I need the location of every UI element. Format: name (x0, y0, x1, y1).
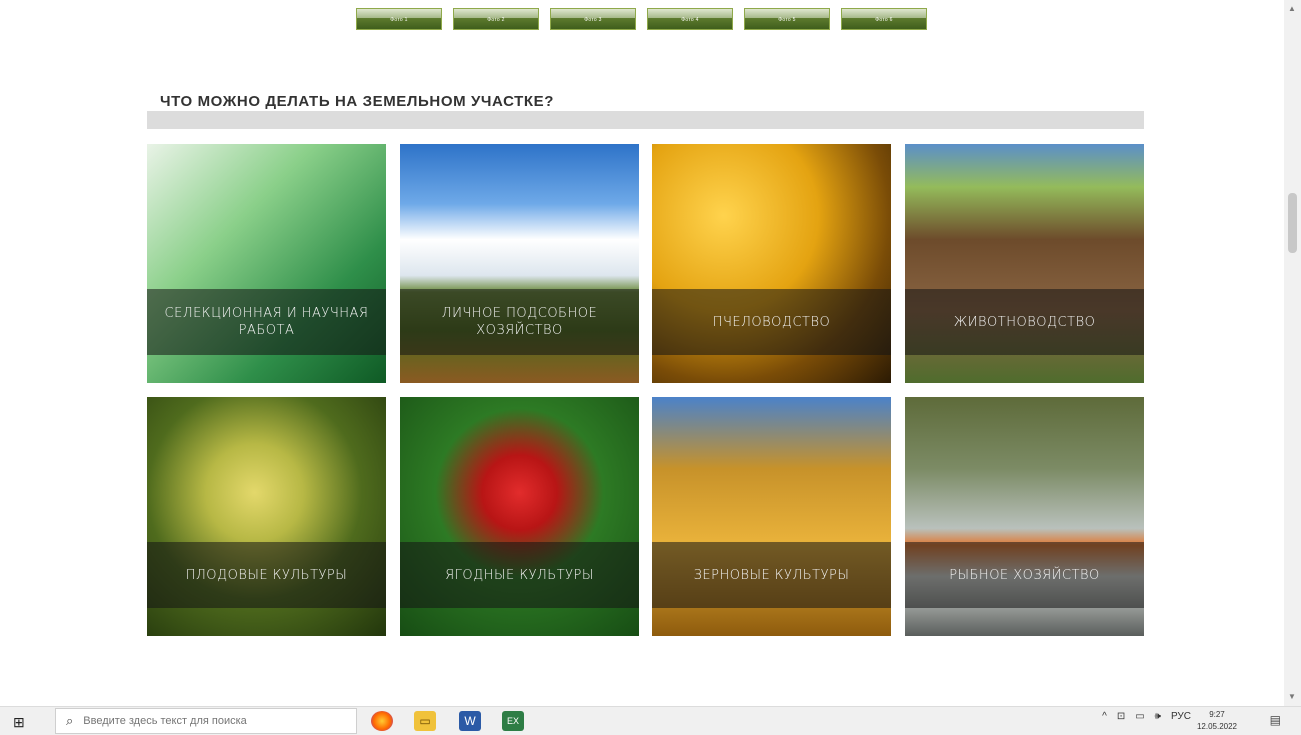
scroll-thumb[interactable] (1288, 193, 1297, 253)
photo-thumbnail-3[interactable]: Фото 3 (550, 8, 636, 30)
tile-caption-band: ЖИВОТНОВОДСТВО (905, 289, 1144, 355)
tile-livestock[interactable]: ЖИВОТНОВОДСТВО (905, 144, 1144, 383)
tile-caption-band: ЗЕРНОВЫЕ КУЛЬТУРЫ (652, 542, 891, 608)
tile-label: ЗЕРНОВЫЕ КУЛЬТУРЫ (693, 567, 850, 583)
firefox-icon[interactable] (371, 711, 393, 731)
search-icon: ⌕ (66, 713, 74, 728)
language-indicator[interactable]: РУС (1171, 711, 1191, 722)
photo-thumbnail-2[interactable]: Фото 2 (453, 8, 539, 30)
tile-fruit-crops[interactable]: ПЛОДОВЫЕ КУЛЬТУРЫ (147, 397, 386, 636)
notification-icon[interactable]: ▤ (1270, 713, 1281, 727)
tile-label: СЕЛЕКЦИОННАЯ И НАУЧНАЯ РАБОТА (164, 306, 369, 338)
photo-thumbnail-5[interactable]: Фото 5 (744, 8, 830, 30)
scroll-up-arrow-icon[interactable]: ▲ (1288, 4, 1296, 13)
activity-tile-grid: СЕЛЕКЦИОННАЯ И НАУЧНАЯ РАБОТА ЛИЧНОЕ ПОД… (147, 144, 1144, 636)
tile-label: ЛИЧНОЕ ПОДСОБНОЕ ХОЗЯЙСТВО (441, 306, 598, 338)
tile-label: ПЛОДОВЫЕ КУЛЬТУРЫ (185, 567, 348, 583)
speaker-icon[interactable]: 🕪 (1155, 711, 1161, 722)
network-icon[interactable]: ⊡ (1117, 711, 1125, 722)
tile-caption-band: СЕЛЕКЦИОННАЯ И НАУЧНАЯ РАБОТА (147, 289, 386, 355)
word-icon[interactable]: W (459, 711, 481, 731)
tile-fish-farming[interactable]: РЫБНОЕ ХОЗЯЙСТВО (905, 397, 1144, 636)
taskbar-search-box[interactable]: ⌕ (55, 708, 357, 734)
tile-beekeeping[interactable]: ПЧЕЛОВОДСТВО (652, 144, 891, 383)
file-explorer-icon[interactable]: ▭ (414, 711, 436, 731)
system-tray: ^ ⊡ ▭ 🕪 РУС (1102, 711, 1191, 722)
chevron-up-icon[interactable]: ^ (1102, 711, 1107, 722)
taskbar-clock[interactable]: 9:27 12.05.2022 (1197, 709, 1237, 733)
tile-label: РЫБНОЕ ХОЗЯЙСТВО (949, 567, 1100, 583)
monitor-icon[interactable]: ▭ (1135, 711, 1144, 722)
tile-caption-band: ЯГОДНЫЕ КУЛЬТУРЫ (400, 542, 639, 608)
tile-label: ЯГОДНЫЕ КУЛЬТУРЫ (445, 567, 594, 583)
tile-caption-band: ЛИЧНОЕ ПОДСОБНОЕ ХОЗЯЙСТВО (400, 289, 639, 355)
tile-caption-band: ПЛОДОВЫЕ КУЛЬТУРЫ (147, 542, 386, 608)
clock-date: 12.05.2022 (1196, 722, 1237, 731)
photo-thumbnail-strip: Фото 1 Фото 2 Фото 3 Фото 4 Фото 5 Фото … (356, 8, 927, 30)
tile-personal-farming[interactable]: ЛИЧНОЕ ПОДСОБНОЕ ХОЗЯЙСТВО (400, 144, 639, 383)
section-title-divider (147, 111, 1144, 129)
tile-breeding-research[interactable]: СЕЛЕКЦИОННАЯ И НАУЧНАЯ РАБОТА (147, 144, 386, 383)
tile-label: ПЧЕЛОВОДСТВО (712, 314, 831, 330)
tile-label: ЖИВОТНОВОДСТВО (953, 314, 1096, 330)
tile-caption-band: ПЧЕЛОВОДСТВО (652, 289, 891, 355)
clock-time: 9:27 (1209, 710, 1225, 719)
taskbar-search-input[interactable] (81, 714, 336, 728)
spreadsheet-app-icon[interactable]: EX (502, 711, 524, 731)
photo-thumbnail-4[interactable]: Фото 4 (647, 8, 733, 30)
tile-grain-crops[interactable]: ЗЕРНОВЫЕ КУЛЬТУРЫ (652, 397, 891, 636)
photo-thumbnail-1[interactable]: Фото 1 (356, 8, 442, 30)
tile-berry-crops[interactable]: ЯГОДНЫЕ КУЛЬТУРЫ (400, 397, 639, 636)
photo-thumbnail-6[interactable]: Фото 6 (841, 8, 927, 30)
windows-start-icon[interactable]: ⊞ (13, 714, 25, 731)
scroll-down-arrow-icon[interactable]: ▼ (1288, 692, 1296, 701)
page-scrollbar[interactable]: ▲ ▼ (1284, 0, 1301, 706)
tile-caption-band: РЫБНОЕ ХОЗЯЙСТВО (905, 542, 1144, 608)
windows-taskbar: ⊞ ⌕ ▭ W EX ^ ⊡ ▭ 🕪 РУС 9:27 12.05.2022 ▤ (0, 706, 1301, 735)
section-title: ЧТО МОЖНО ДЕЛАТЬ НА ЗЕМЕЛЬНОМ УЧАСТКЕ? (160, 93, 555, 110)
